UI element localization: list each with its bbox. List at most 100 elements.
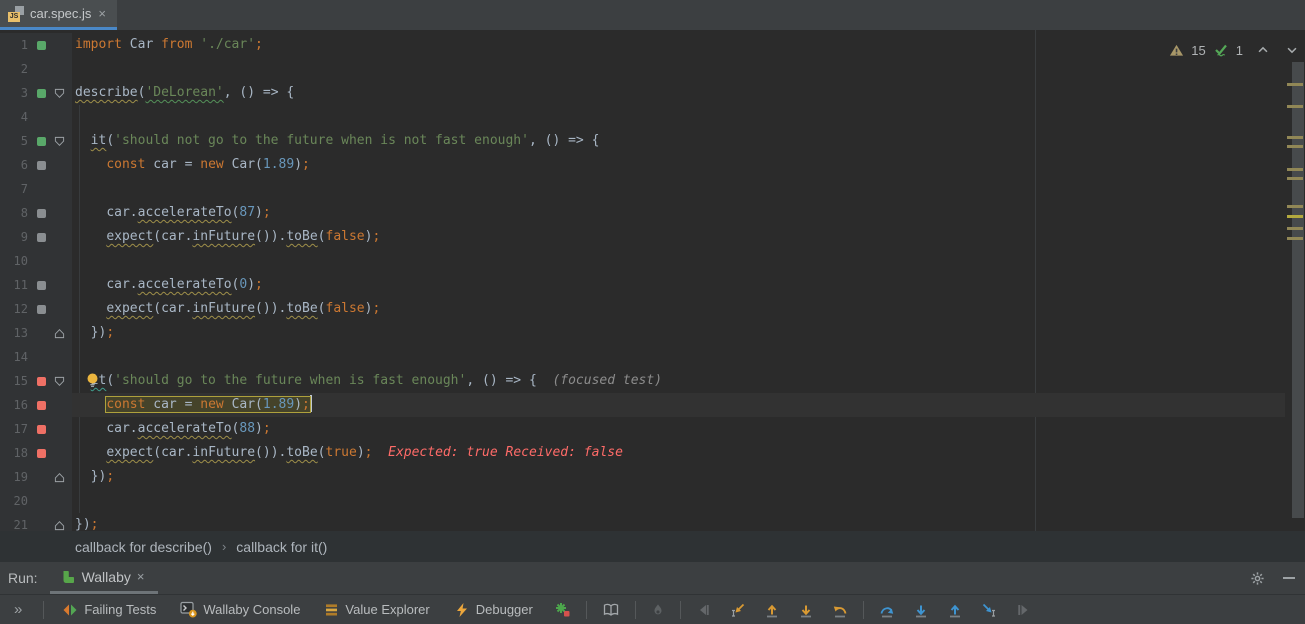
code-text[interactable]: const car = new Car(1.89); bbox=[72, 393, 1285, 417]
stripe-warning-mark[interactable] bbox=[1287, 105, 1303, 108]
code-line[interactable]: 6 const car = new Car(1.89); bbox=[0, 153, 1285, 177]
close-icon[interactable]: × bbox=[137, 569, 145, 584]
jump-to-bottom-blue-icon[interactable] bbox=[904, 595, 938, 624]
stripe-warning-mark[interactable] bbox=[1287, 215, 1303, 218]
code-line[interactable]: 3describe('DeLorean', () => { bbox=[0, 81, 1285, 105]
code-line[interactable]: 21}); bbox=[0, 513, 1285, 531]
code-line[interactable]: 16 const car = new Car(1.89); bbox=[0, 393, 1285, 417]
code-line[interactable]: 7 bbox=[0, 177, 1285, 201]
back-to-cursor-icon[interactable] bbox=[721, 595, 755, 624]
fold-close-icon[interactable] bbox=[50, 328, 68, 339]
code-line[interactable]: 12 expect(car.inFuture()).toBe(false); bbox=[0, 297, 1285, 321]
coverage-marker-gray[interactable] bbox=[37, 233, 46, 242]
code-line[interactable]: 15 it('should go to the future when is f… bbox=[0, 369, 1285, 393]
code-line[interactable]: 19 }); bbox=[0, 465, 1285, 489]
code-line[interactable]: 9 expect(car.inFuture()).toBe(false); bbox=[0, 225, 1285, 249]
code-text[interactable]: expect(car.inFuture()).toBe(false); bbox=[72, 225, 1285, 249]
run-tab-wallaby[interactable]: Wallaby × bbox=[50, 562, 159, 594]
code-text[interactable]: it('should go to the future when is fast… bbox=[72, 369, 1285, 393]
code-area[interactable]: 1import Car from './car';23describe('DeL… bbox=[0, 33, 1285, 531]
stripe-warning-mark[interactable] bbox=[1287, 136, 1303, 139]
code-text[interactable]: const car = new Car(1.89); bbox=[72, 153, 1285, 177]
code-text[interactable]: describe('DeLorean', () => { bbox=[72, 81, 1285, 105]
run-to-cursor-blue-icon[interactable] bbox=[972, 595, 1006, 624]
jump-to-bottom-orange-icon[interactable] bbox=[789, 595, 823, 624]
jump-to-top-orange-icon[interactable] bbox=[755, 595, 789, 624]
code-line[interactable]: 11 car.accelerateTo(0); bbox=[0, 273, 1285, 297]
hide-panel-icon[interactable] bbox=[1283, 577, 1295, 579]
code-text[interactable]: car.accelerateTo(88); bbox=[72, 417, 1285, 441]
code-line[interactable]: 10 bbox=[0, 249, 1285, 273]
book-icon[interactable] bbox=[593, 595, 629, 624]
tests-passed-icon[interactable] bbox=[1213, 42, 1229, 58]
stripe-warning-mark[interactable] bbox=[1287, 205, 1303, 208]
step-over-blue-icon[interactable] bbox=[870, 595, 904, 624]
code-text[interactable]: }); bbox=[72, 465, 1285, 489]
prev-highlight-icon[interactable] bbox=[1256, 43, 1270, 57]
code-text[interactable]: }); bbox=[72, 513, 1285, 531]
editor-tab-car-spec[interactable]: JS car.spec.js × bbox=[0, 0, 117, 30]
show-hidden-tabs-icon[interactable]: » bbox=[0, 601, 37, 618]
coverage-marker-red[interactable] bbox=[37, 425, 46, 434]
code-text[interactable]: car.accelerateTo(0); bbox=[72, 273, 1285, 297]
code-text[interactable] bbox=[72, 57, 1285, 81]
stripe-warning-mark[interactable] bbox=[1287, 83, 1303, 86]
code-line[interactable]: 13 }); bbox=[0, 321, 1285, 345]
wallaby-status-icon[interactable] bbox=[545, 595, 580, 624]
stripe-warning-mark[interactable] bbox=[1287, 168, 1303, 171]
close-icon[interactable]: × bbox=[97, 7, 107, 20]
fold-open-icon[interactable] bbox=[50, 376, 68, 387]
coverage-marker-green[interactable] bbox=[37, 89, 46, 98]
code-line[interactable]: 17 car.accelerateTo(88); bbox=[0, 417, 1285, 441]
fold-open-icon[interactable] bbox=[50, 136, 68, 147]
step-out-back-icon[interactable] bbox=[823, 595, 857, 624]
toolbar-tab-debugger[interactable]: Debugger bbox=[442, 595, 545, 624]
code-line[interactable]: 20 bbox=[0, 489, 1285, 513]
stripe-warning-mark[interactable] bbox=[1287, 145, 1303, 148]
coverage-marker-gray[interactable] bbox=[37, 281, 46, 290]
code-text[interactable]: car.accelerateTo(87); bbox=[72, 201, 1285, 225]
code-line[interactable]: 4 bbox=[0, 105, 1285, 129]
fold-close-icon[interactable] bbox=[50, 520, 68, 531]
code-text[interactable] bbox=[72, 177, 1285, 201]
code-text[interactable] bbox=[72, 105, 1285, 129]
code-line[interactable]: 18 expect(car.inFuture()).toBe(true); Ex… bbox=[0, 441, 1285, 465]
code-text[interactable] bbox=[72, 249, 1285, 273]
fold-close-icon[interactable] bbox=[50, 472, 68, 483]
coverage-marker-red[interactable] bbox=[37, 377, 46, 386]
toolbar-tab-wallaby-console[interactable]: Wallaby Console bbox=[168, 595, 312, 624]
toolbar-tab-value-explorer[interactable]: Value Explorer bbox=[312, 595, 441, 624]
fold-open-icon[interactable] bbox=[50, 88, 68, 99]
warning-icon[interactable] bbox=[1169, 43, 1184, 58]
code-text[interactable]: }); bbox=[72, 321, 1285, 345]
toolbar-tab-failing-tests[interactable]: Failing Tests bbox=[50, 595, 168, 624]
code-text[interactable] bbox=[72, 345, 1285, 369]
code-line[interactable]: 5 it('should not go to the future when i… bbox=[0, 129, 1285, 153]
intention-bulb-icon[interactable] bbox=[86, 373, 99, 388]
coverage-marker-red[interactable] bbox=[37, 401, 46, 410]
coverage-marker-green[interactable] bbox=[37, 41, 46, 50]
code-text[interactable]: expect(car.inFuture()).toBe(false); bbox=[72, 297, 1285, 321]
code-line[interactable]: 2 bbox=[0, 57, 1285, 81]
editor[interactable]: 1import Car from './car';23describe('DeL… bbox=[0, 30, 1305, 531]
stripe-warning-mark[interactable] bbox=[1287, 237, 1303, 240]
code-text[interactable]: import Car from './car'; bbox=[72, 33, 1285, 57]
stripe-warning-mark[interactable] bbox=[1287, 177, 1303, 180]
code-line[interactable]: 14 bbox=[0, 345, 1285, 369]
coverage-marker-red[interactable] bbox=[37, 449, 46, 458]
scrollbar-thumb[interactable] bbox=[1292, 62, 1304, 518]
coverage-marker-green[interactable] bbox=[37, 137, 46, 146]
jump-to-top-blue-icon[interactable] bbox=[938, 595, 972, 624]
breadcrumb-item-describe[interactable]: callback for describe() bbox=[75, 539, 212, 555]
breadcrumb-item-it[interactable]: callback for it() bbox=[236, 539, 327, 555]
coverage-marker-gray[interactable] bbox=[37, 305, 46, 314]
code-line[interactable]: 1import Car from './car'; bbox=[0, 33, 1285, 57]
code-line[interactable]: 8 car.accelerateTo(87); bbox=[0, 201, 1285, 225]
code-text[interactable]: expect(car.inFuture()).toBe(true); Expec… bbox=[72, 441, 1285, 465]
coverage-marker-gray[interactable] bbox=[37, 209, 46, 218]
stripe-warning-mark[interactable] bbox=[1287, 227, 1303, 230]
coverage-marker-gray[interactable] bbox=[37, 161, 46, 170]
code-text[interactable] bbox=[72, 489, 1285, 513]
settings-gear-icon[interactable] bbox=[1250, 571, 1265, 586]
code-text[interactable]: it('should not go to the future when is … bbox=[72, 129, 1285, 153]
